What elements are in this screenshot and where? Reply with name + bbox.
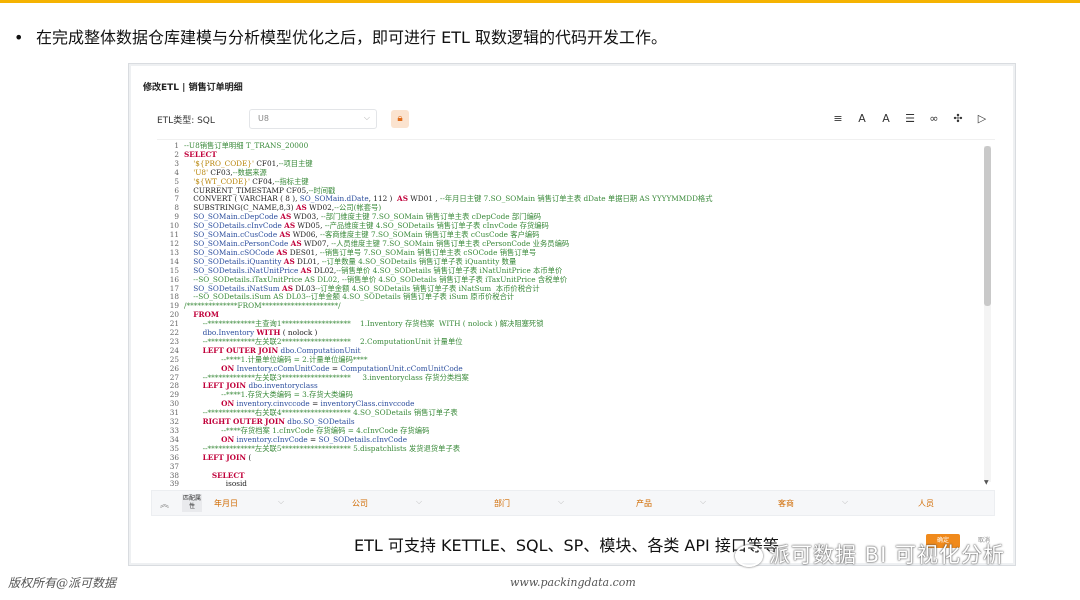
wechat-logo-icon <box>735 545 763 567</box>
watermark-text: 派可数据 BI 可视化分析 <box>769 543 1005 567</box>
font-decrease-icon[interactable]: A <box>855 111 869 127</box>
font-increase-icon[interactable]: A <box>879 111 893 127</box>
footer-url: www.packingdata.com <box>510 576 636 589</box>
format-icon[interactable]: ≡ <box>831 111 845 127</box>
lock-icon[interactable]: 🔒︎ <box>391 110 409 128</box>
filter-item[interactable]: 产品 <box>636 498 652 509</box>
etl-edit-dialog: 修改ETL | 销售订单明细 ETL类型: SQL U8 ⌵ 🔒︎ ≡ A A ☰ ∞ ✣… <box>131 66 1013 563</box>
etl-source-value: U8 <box>258 114 269 123</box>
chevron-down-icon[interactable]: ⌵ <box>700 497 706 507</box>
filter-item[interactable]: 公司 <box>352 498 368 509</box>
filter-item[interactable]: 人员 <box>918 498 934 509</box>
filter-item[interactable]: 客商 <box>778 498 794 509</box>
link-icon[interactable]: ∞ <box>927 111 941 127</box>
editor-toolbar: ETL类型: SQL U8 ⌵ 🔒︎ ≡ A A ☰ ∞ ✣ ▷ <box>131 106 1013 136</box>
slide-caption: ETL 可支持 KETTLE、SQL、SP、模块、各类 API 接口等等 <box>352 532 781 556</box>
watermark: 派可数据 BI 可视化分析 <box>735 539 1005 569</box>
filter-item[interactable]: 部门 <box>494 498 510 509</box>
etl-source-select[interactable]: U8 ⌵ <box>249 109 377 129</box>
chevron-down-icon[interactable]: ⌵ <box>842 497 848 507</box>
scroll-down-icon[interactable]: ▼ <box>984 479 989 486</box>
chevron-down-icon[interactable]: ⌵ <box>416 497 422 507</box>
filter-item[interactable]: 年月日 <box>214 498 238 509</box>
debug-icon[interactable]: ✣ <box>951 111 965 127</box>
copyright-text: 版权所有@派可数据 <box>8 576 117 590</box>
dimension-filter-bar: ︽ 匹配属性 年月日 ⌵ 公司 ⌵ 部门 ⌵ 产品 ⌵ 客商 ⌵ 人员 <box>151 490 995 516</box>
bullet-text: • 在完成整体数据仓库建模与分析模型优化之后，即可进行 ETL 取数逻辑的代码开发… <box>14 24 667 48</box>
code-editor[interactable]: 1 --U8销售订单明细 T_TRANS_20000 2 SELECT 3 '${P… <box>157 139 995 486</box>
toolbar-icons: ≡ A A ☰ ∞ ✣ ▷ <box>831 111 989 127</box>
collapse-icon[interactable]: ︽ <box>160 497 169 510</box>
chevron-down-icon: ⌵ <box>363 113 370 122</box>
chevron-down-icon[interactable]: ⌵ <box>278 497 284 507</box>
settings-icon[interactable]: ☰ <box>903 111 917 127</box>
match-attribute-button[interactable]: 匹配属性 <box>182 494 202 512</box>
bullet-label: 在完成整体数据仓库建模与分析模型优化之后，即可进行 ETL 取数逻辑的代码开发工… <box>36 28 667 47</box>
dialog-title: 修改ETL | 销售订单明细 <box>143 83 243 93</box>
etl-type-label: ETL类型: SQL <box>157 116 215 126</box>
editor-scrollbar[interactable]: ▼ <box>984 146 991 486</box>
run-icon[interactable]: ▷ <box>975 111 989 127</box>
bullet-dot-icon: • <box>14 28 24 47</box>
accent-bar <box>0 0 1080 3</box>
chevron-down-icon[interactable]: ⌵ <box>558 497 564 507</box>
etl-editor-screenshot: 修改ETL | 销售订单明细 ETL类型: SQL U8 ⌵ 🔒︎ ≡ A A ☰ ∞ ✣… <box>128 63 1016 566</box>
scrollbar-thumb[interactable] <box>984 146 991 306</box>
sql-code[interactable]: 1 --U8销售订单明细 T_TRANS_20000 2 SELECT 3 '${P… <box>163 141 975 486</box>
